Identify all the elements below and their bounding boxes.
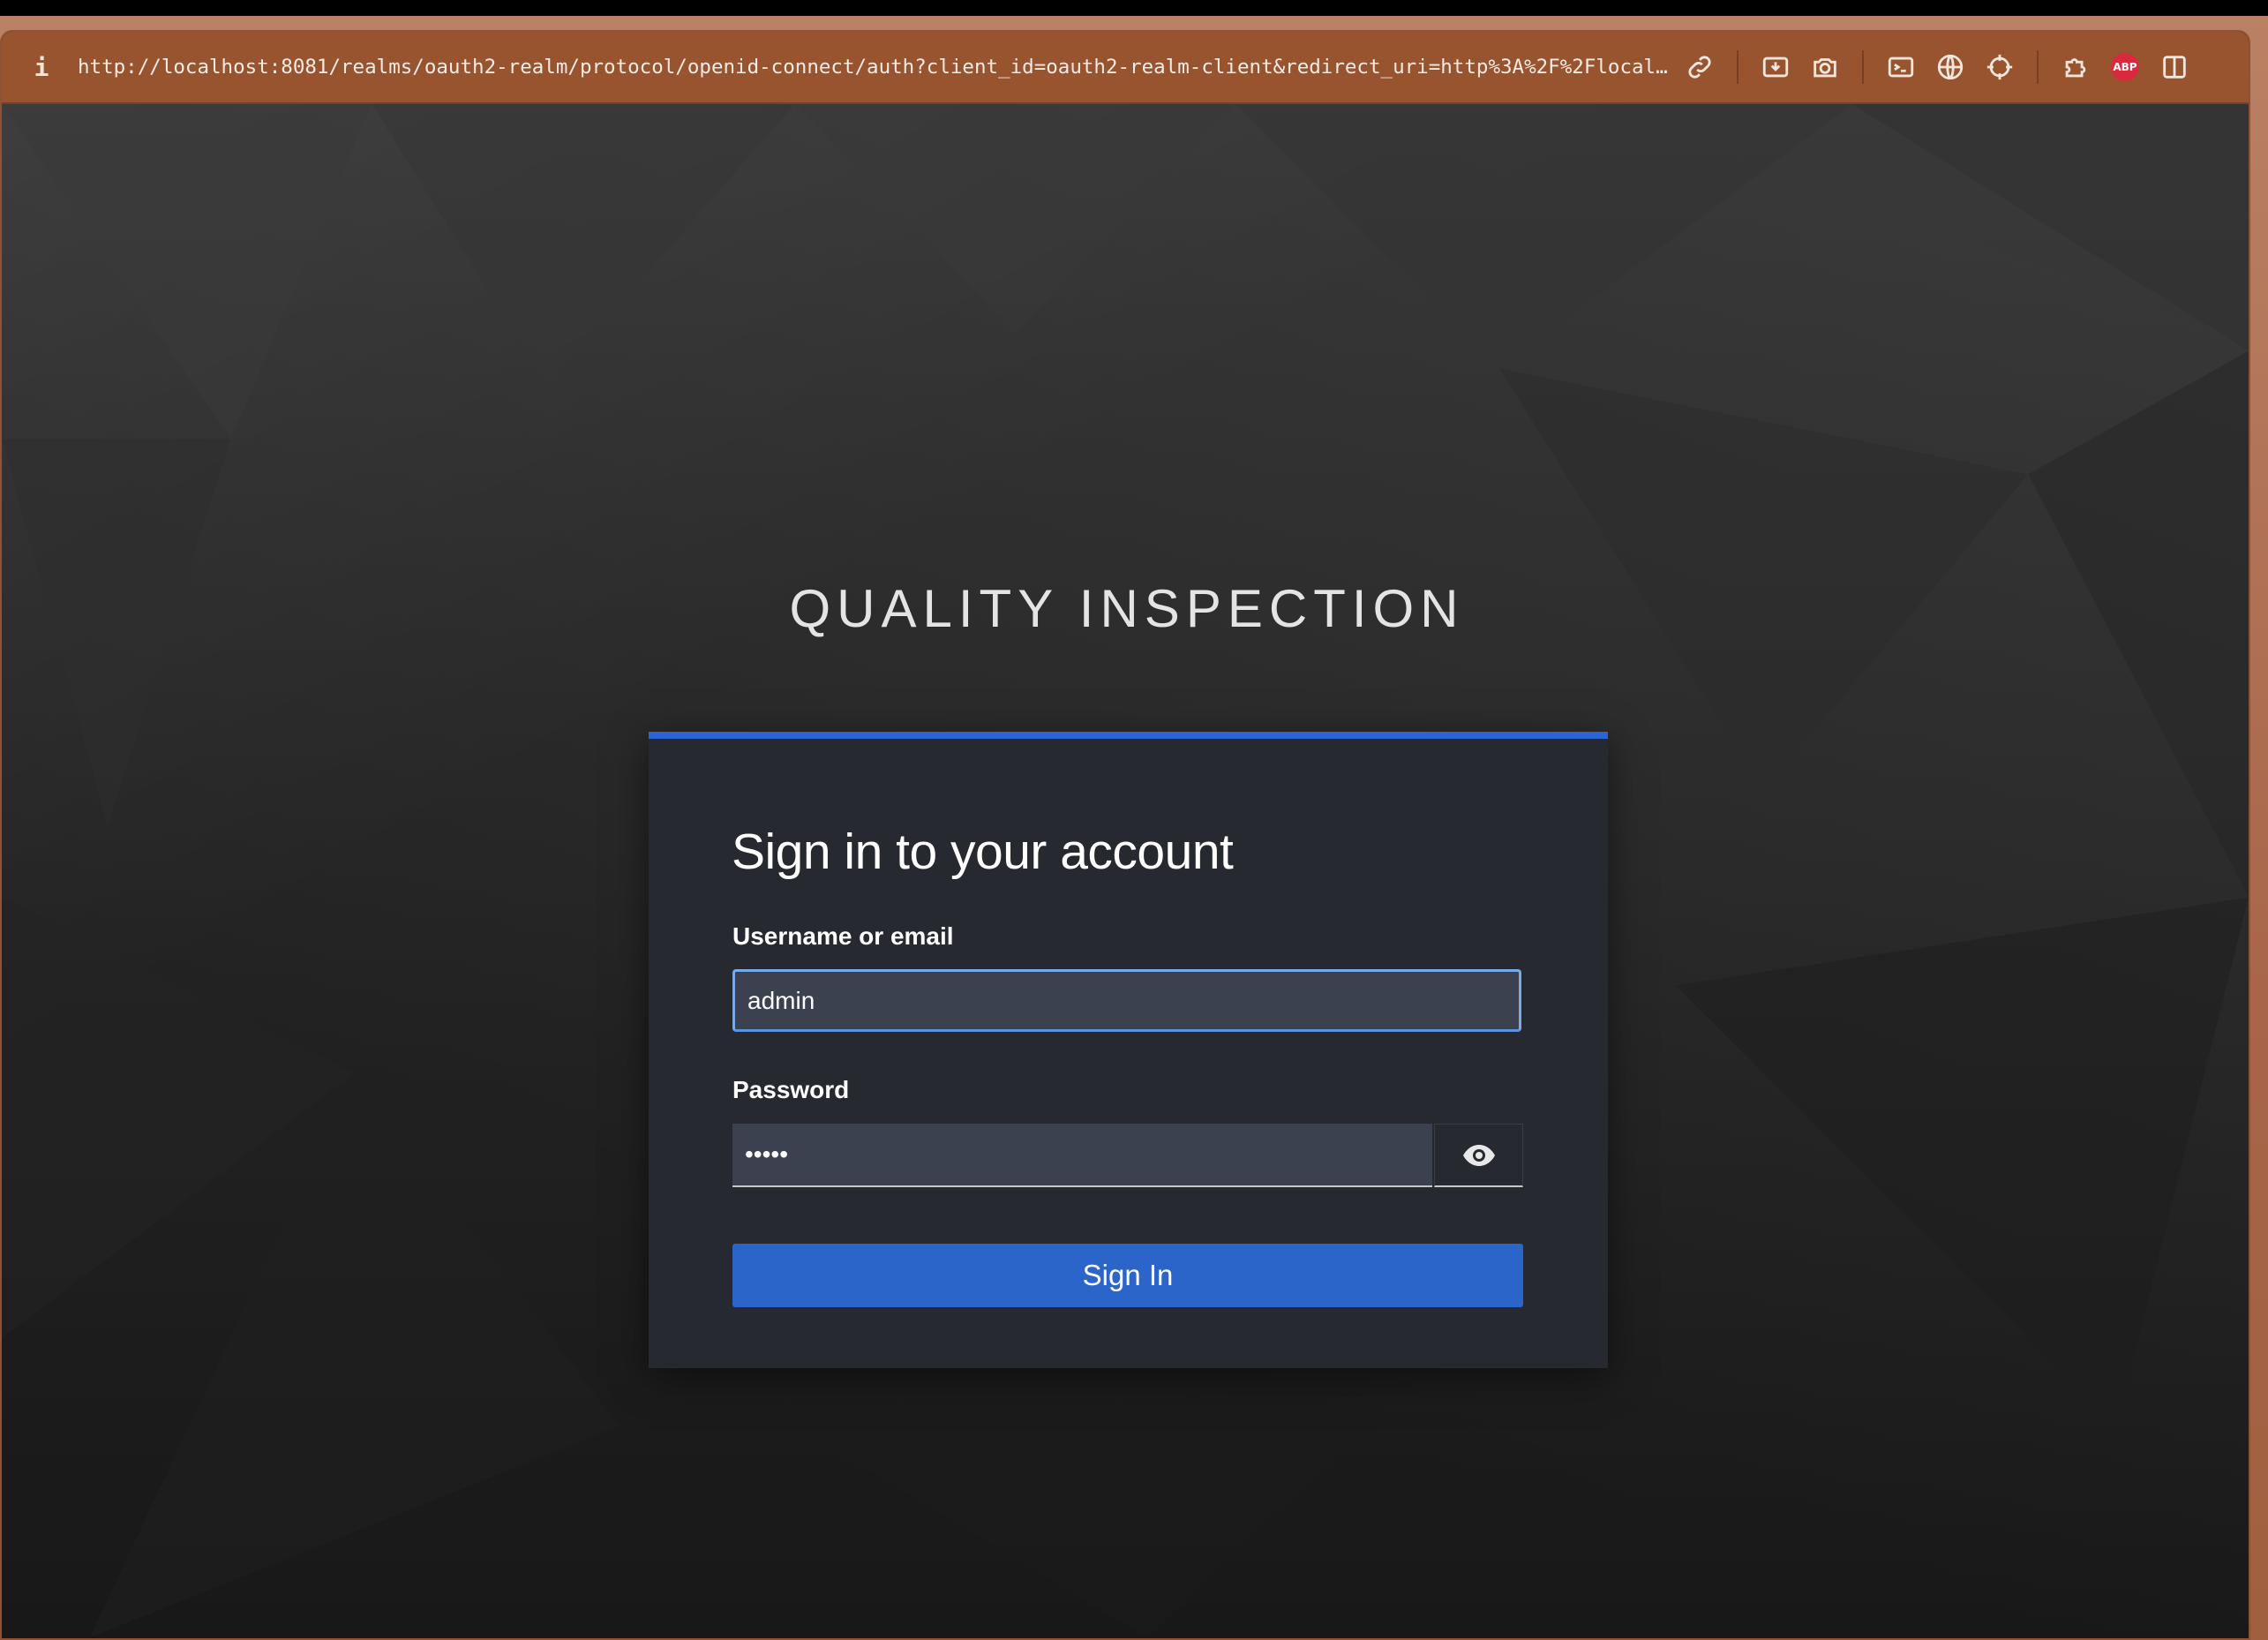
username-label: Username or email [732, 922, 954, 950]
password-input[interactable] [732, 1124, 1432, 1187]
camera-icon[interactable] [1800, 42, 1850, 92]
adblock-icon[interactable]: ABP [2100, 42, 2150, 92]
terminal-icon[interactable] [1876, 42, 1926, 92]
toolbar-divider [1862, 50, 1864, 84]
sign-in-button[interactable]: Sign In [732, 1244, 1523, 1307]
browser-window: i http://localhost:8081/realms/oauth2-re… [0, 30, 2250, 1640]
login-page: QUALITY INSPECTION Sign in to your accou… [2, 104, 2249, 1638]
globe-icon[interactable] [1926, 42, 1975, 92]
address-bar[interactable]: http://localhost:8081/realms/oauth2-real… [78, 56, 1675, 79]
realm-brand-title: QUALITY INSPECTION [789, 579, 1465, 638]
browser-toolbar: i http://localhost:8081/realms/oauth2-re… [2, 32, 2249, 104]
page-title: Sign in to your account [732, 824, 1234, 880]
crosshair-icon[interactable] [1975, 42, 2024, 92]
link-icon[interactable] [1675, 42, 1724, 92]
password-group [732, 1124, 1523, 1187]
password-label: Password [732, 1076, 850, 1103]
eye-icon [1462, 1144, 1495, 1166]
sidebar-icon[interactable] [2150, 42, 2199, 92]
toolbar-divider [2037, 50, 2039, 84]
download-icon[interactable] [1751, 42, 1800, 92]
info-icon[interactable]: i [30, 53, 53, 82]
show-password-button[interactable] [1434, 1124, 1523, 1187]
toolbar-divider [1737, 50, 1739, 84]
login-card: Sign in to your account Username or emai… [649, 732, 1608, 1368]
adblock-badge: ABP [2111, 53, 2139, 81]
username-input[interactable] [732, 969, 1521, 1032]
extensions-icon[interactable] [2051, 42, 2100, 92]
